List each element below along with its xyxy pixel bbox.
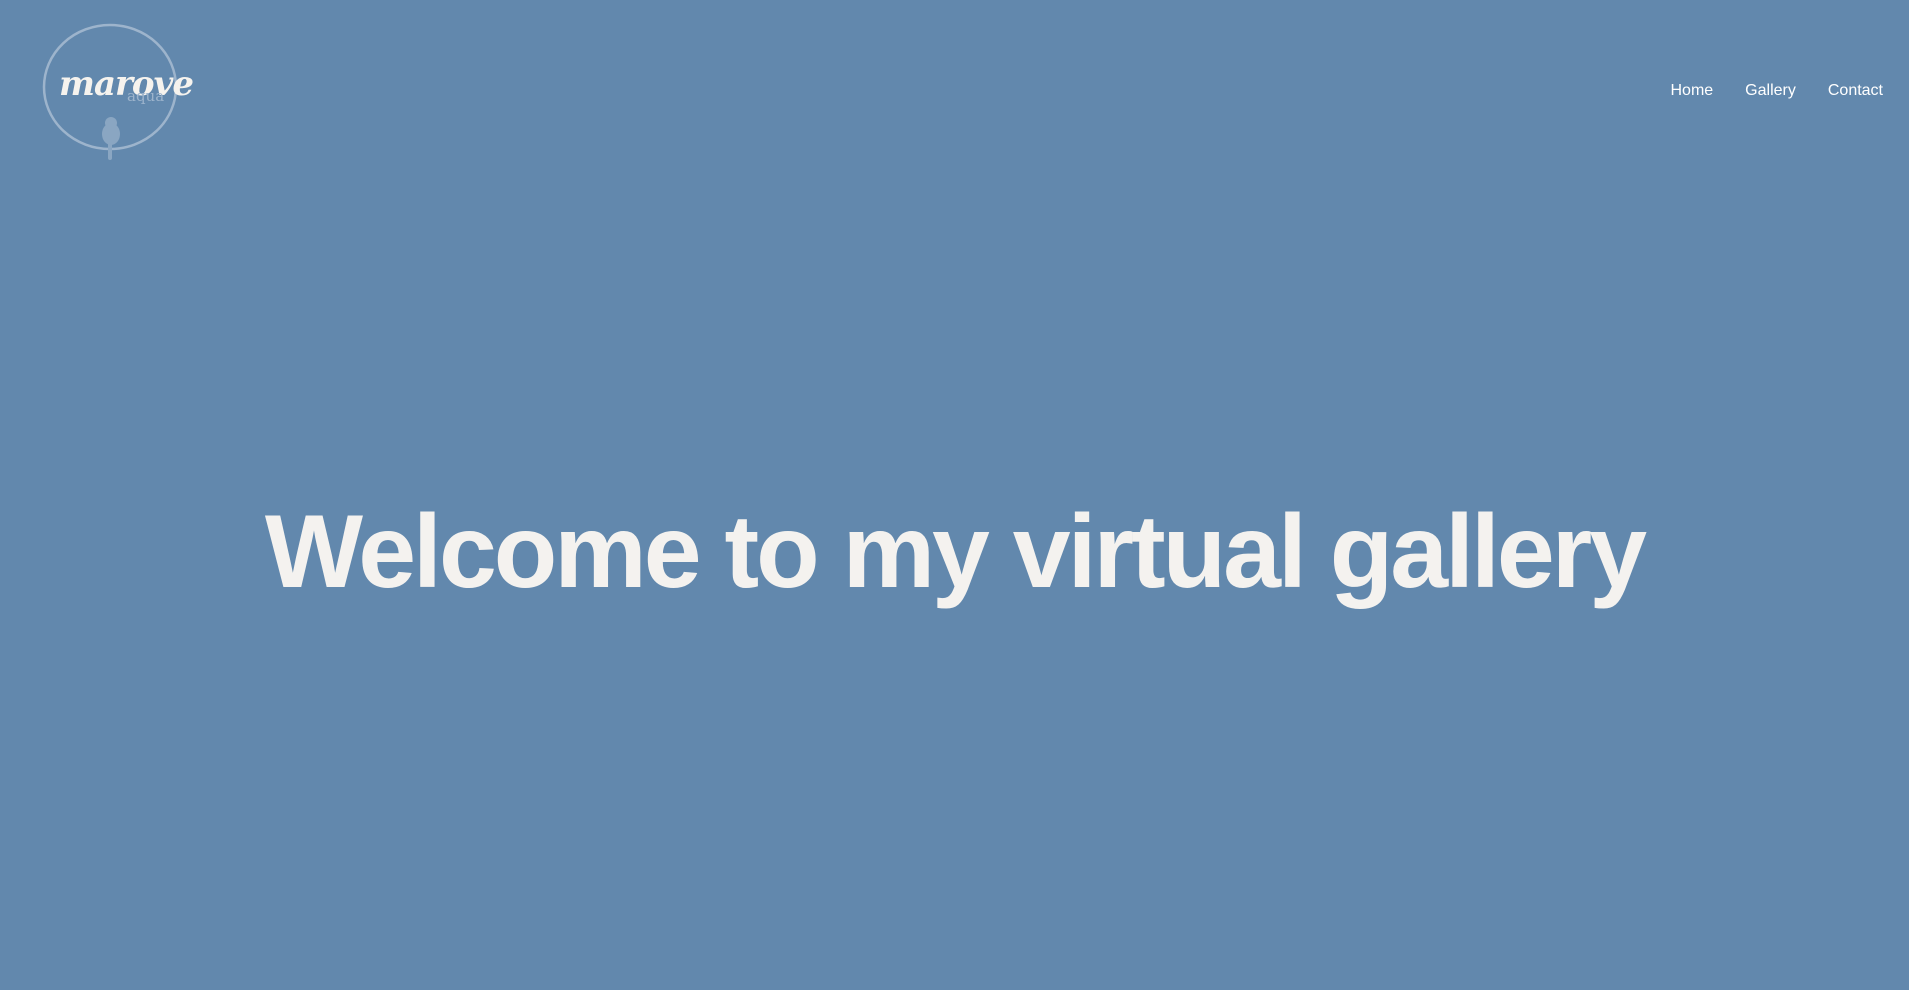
nav-home-link[interactable]: Home: [1670, 83, 1713, 99]
logo-wordmark: marove: [59, 64, 194, 104]
logo-subtitle: aqua: [127, 87, 165, 105]
hero-title: Welcome to my virtual gallery: [264, 494, 1647, 610]
site-logo[interactable]: marove aqua: [42, 23, 194, 168]
bird-icon: [102, 117, 120, 160]
nav-gallery-link[interactable]: Gallery: [1745, 83, 1796, 99]
main-nav: Home Gallery Contact: [1670, 83, 1883, 99]
nav-contact-link[interactable]: Contact: [1828, 83, 1883, 99]
